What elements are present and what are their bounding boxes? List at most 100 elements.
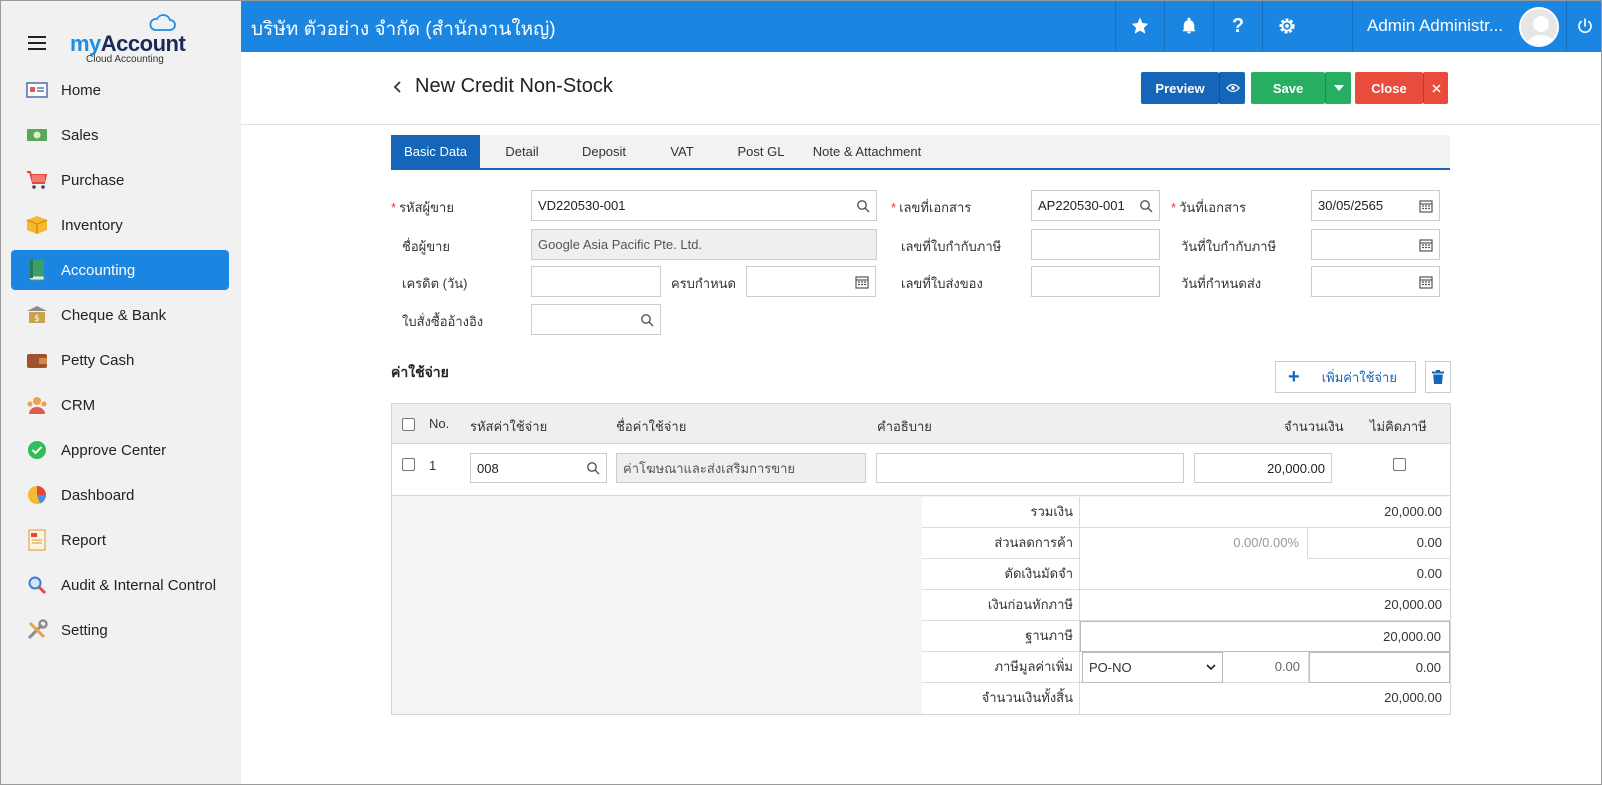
col-amount: จำนวนเงิน bbox=[1284, 419, 1344, 434]
report-icon bbox=[25, 529, 49, 551]
preview-eye-icon[interactable] bbox=[1219, 72, 1245, 104]
avatar bbox=[1519, 7, 1559, 47]
doc-no-input[interactable]: AP220530-001 bbox=[1031, 190, 1160, 221]
sidebar-item-dashboard[interactable]: Dashboard bbox=[11, 475, 229, 515]
company-name[interactable]: บริษัท ตัวอย่าง จำกัด (สำนักงานใหญ่) bbox=[251, 14, 556, 44]
sidebar-item-report[interactable]: Report bbox=[11, 520, 229, 560]
tab-basic-data[interactable]: Basic Data bbox=[391, 135, 480, 168]
bell-icon[interactable] bbox=[1164, 0, 1213, 52]
sidebar-item-purchase[interactable]: Purchase bbox=[11, 160, 229, 200]
top-bar: บริษัท ตัวอย่าง จำกัด (สำนักงานใหญ่) ? A… bbox=[241, 0, 1602, 52]
tax-invoice-no-input[interactable] bbox=[1031, 229, 1160, 260]
vendor-name-label: ชื่อผู้ขาย bbox=[402, 239, 451, 254]
col-no: No. bbox=[429, 416, 450, 431]
sidebar-item-label: CRM bbox=[61, 396, 96, 414]
add-expense-button[interactable]: + เพิ่มค่าใช้จ่าย bbox=[1275, 361, 1416, 393]
search-icon[interactable] bbox=[1139, 199, 1153, 213]
sidebar-item-audit-and-internal-control[interactable]: Audit & Internal Control bbox=[11, 565, 229, 605]
vat-amount-input[interactable]: 0.00 bbox=[1309, 652, 1450, 683]
select-all-checkbox[interactable] bbox=[402, 418, 415, 431]
summary-grand-total-value: 20,000.00 bbox=[1384, 690, 1442, 705]
app-logo[interactable]: myAccount Cloud Accounting bbox=[70, 14, 190, 65]
search-icon[interactable] bbox=[856, 199, 870, 213]
due-date-input[interactable] bbox=[746, 266, 876, 297]
power-icon[interactable] bbox=[1566, 0, 1602, 52]
sidebar-item-accounting[interactable]: Accounting bbox=[11, 250, 229, 290]
sidebar-item-label: Cheque & Bank bbox=[61, 306, 167, 324]
doc-date-label: * วันที่เอกสาร bbox=[1171, 200, 1247, 215]
summary-total-value: 20,000.00 bbox=[1384, 504, 1442, 519]
expenses-section-title: ค่าใช้จ่าย bbox=[391, 364, 449, 380]
credit-days-label: เครดิต (วัน) bbox=[402, 276, 468, 291]
sidebar-item-approve-center[interactable]: Approve Center bbox=[11, 430, 229, 470]
vendor-code-input[interactable]: VD220530-001 bbox=[531, 190, 877, 221]
tax-base-input[interactable]: 20,000.00 bbox=[1080, 621, 1450, 652]
save-dropdown-icon[interactable] bbox=[1325, 72, 1351, 104]
col-expense-code: รหัสค่าใช้จ่าย bbox=[470, 419, 548, 434]
sidebar-item-label: Audit & Internal Control bbox=[61, 576, 217, 594]
calendar-icon[interactable] bbox=[1419, 199, 1433, 213]
calendar-icon[interactable] bbox=[1419, 238, 1433, 252]
sidebar-item-inventory[interactable]: Inventory bbox=[11, 205, 229, 245]
delivery-no-input[interactable] bbox=[1031, 266, 1160, 297]
summary-discount-label: ส่วนลดการค้า bbox=[922, 528, 1080, 559]
tax-invoice-date-input[interactable] bbox=[1311, 229, 1440, 260]
book-icon bbox=[25, 259, 49, 281]
close-x-icon[interactable] bbox=[1423, 72, 1448, 104]
summary-pretax-value: 20,000.00 bbox=[1384, 597, 1442, 612]
search-icon[interactable] bbox=[640, 313, 654, 327]
user-menu[interactable]: Admin Administr... bbox=[1352, 0, 1592, 52]
po-ref-input[interactable] bbox=[531, 304, 661, 335]
svg-text:$: $ bbox=[34, 314, 40, 324]
page-header: New Credit Non-Stock Preview Save Close bbox=[241, 52, 1602, 125]
col-no-tax: ไม่คิดภาษี bbox=[1370, 419, 1427, 434]
tab-deposit[interactable]: Deposit bbox=[564, 135, 644, 168]
pie-chart-icon bbox=[25, 484, 49, 506]
summary-vat-label: ภาษีมูลค่าเพิ่ม bbox=[922, 652, 1080, 683]
wallet-icon bbox=[25, 349, 49, 371]
vendor-name-field: Google Asia Pacific Pte. Ltd. bbox=[531, 229, 877, 260]
tab-vat[interactable]: VAT bbox=[650, 135, 714, 168]
expense-code-input[interactable]: 008 bbox=[470, 453, 607, 483]
sidebar-item-sales[interactable]: Sales bbox=[11, 115, 229, 155]
calendar-icon[interactable] bbox=[1419, 275, 1433, 289]
menu-toggle-icon[interactable] bbox=[28, 36, 46, 50]
gear-icon[interactable] bbox=[1262, 0, 1311, 52]
sidebar-item-label: Sales bbox=[61, 126, 99, 144]
sidebar-item-home[interactable]: Home bbox=[11, 70, 229, 110]
doc-no-label: * เลขที่เอกสาร bbox=[891, 200, 972, 215]
logo-subtitle: Cloud Accounting bbox=[86, 54, 164, 65]
summary-deposit-row: ตัดเงินมัดจำ 0.00 bbox=[922, 559, 1450, 590]
help-icon[interactable]: ? bbox=[1213, 0, 1262, 52]
expense-amount-input[interactable]: 20,000.00 bbox=[1194, 453, 1332, 483]
credit-days-input[interactable] bbox=[531, 266, 661, 297]
vat-type-select[interactable]: PO-NO bbox=[1082, 652, 1223, 683]
tab-note-attachment[interactable]: Note & Attachment bbox=[806, 135, 928, 168]
trash-icon bbox=[1432, 370, 1444, 384]
search-icon[interactable] bbox=[586, 461, 600, 475]
delete-expense-button[interactable] bbox=[1425, 361, 1451, 393]
preview-button[interactable]: Preview bbox=[1141, 72, 1219, 104]
magnifier-icon bbox=[25, 574, 49, 596]
delivery-date-input[interactable] bbox=[1311, 266, 1440, 297]
discount-percent-input[interactable]: 0.00/0.00% bbox=[1080, 528, 1308, 559]
close-button[interactable]: Close bbox=[1355, 72, 1423, 104]
calendar-icon[interactable] bbox=[855, 275, 869, 289]
tab-post-gl[interactable]: Post GL bbox=[720, 135, 802, 168]
vendor-code-label: * รหัสผู้ขาย bbox=[391, 200, 454, 215]
row-checkbox[interactable] bbox=[402, 458, 415, 471]
favorite-star-icon[interactable] bbox=[1115, 0, 1164, 52]
tab-detail[interactable]: Detail bbox=[486, 135, 558, 168]
row-no: 1 bbox=[429, 458, 437, 473]
expense-description-input[interactable] bbox=[876, 453, 1184, 483]
sidebar-item-setting[interactable]: Setting bbox=[11, 610, 229, 650]
doc-date-input[interactable]: 30/05/2565 bbox=[1311, 190, 1440, 221]
po-ref-label: ใบสั่งซื้ออ้างอิง bbox=[402, 314, 484, 329]
no-tax-checkbox[interactable] bbox=[1393, 458, 1406, 471]
back-chevron-icon[interactable] bbox=[391, 80, 405, 94]
save-button[interactable]: Save bbox=[1251, 72, 1325, 104]
sidebar-item-crm[interactable]: CRM bbox=[11, 385, 229, 425]
sidebar-item-petty-cash[interactable]: Petty Cash bbox=[11, 340, 229, 380]
sidebar-item-cheque-and-bank[interactable]: $ Cheque & Bank bbox=[11, 295, 229, 335]
sidebar-item-label: Dashboard bbox=[61, 486, 135, 504]
